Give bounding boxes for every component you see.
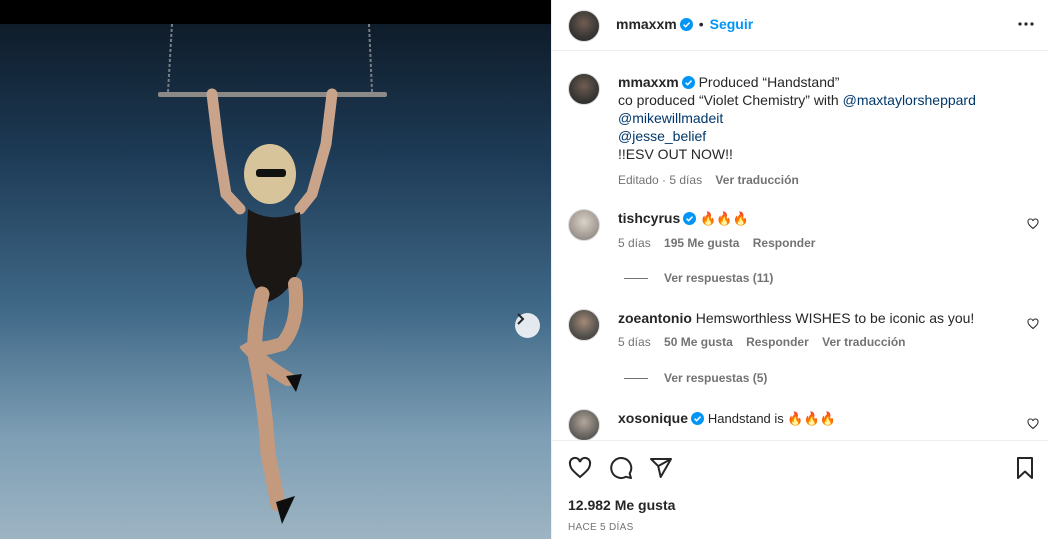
comment-text: 🔥🔥🔥 <box>700 211 749 226</box>
comment-likes[interactable]: 195 Me gusta <box>664 236 739 250</box>
comment-item: tishcyrus 🔥🔥🔥 5 días 195 Me gusta Respon… <box>618 209 1008 252</box>
verified-icon <box>679 17 693 31</box>
heart-icon[interactable] <box>568 456 592 480</box>
comment-username[interactable]: tishcyrus <box>618 210 680 226</box>
author-avatar[interactable] <box>568 10 600 42</box>
comment-time[interactable]: 5 días <box>618 236 651 250</box>
caption-author-username[interactable]: mmaxxm <box>618 74 679 90</box>
post-media <box>0 0 551 539</box>
heart-icon[interactable] <box>1027 418 1039 430</box>
next-photo-button[interactable] <box>515 313 540 338</box>
mention-maxtaylorsheppard[interactable]: @maxtaylorsheppard <box>843 92 976 108</box>
comment-avatar[interactable] <box>568 209 600 241</box>
caption-author-avatar[interactable] <box>568 73 600 105</box>
verified-icon <box>691 412 705 425</box>
heart-icon[interactable] <box>1027 218 1039 230</box>
caption-edited: Editado <box>618 173 659 187</box>
caption-time[interactable]: 5 días <box>669 173 702 187</box>
trapeze-photo-illustration <box>158 24 387 524</box>
caption-line-1: Produced “Handstand” <box>698 74 840 90</box>
comment-text: Handstand is 🔥🔥🔥 <box>707 411 836 426</box>
comment-username[interactable]: xosonique <box>618 410 688 426</box>
comment-time[interactable]: 5 días <box>618 335 651 349</box>
comment-username[interactable]: zoeantonio <box>618 310 692 326</box>
replies-line <box>624 277 648 279</box>
replies-line <box>624 377 648 379</box>
view-replies-button[interactable]: Ver respuestas (11) <box>624 271 773 285</box>
chevron-right-icon <box>517 313 525 325</box>
caption-translate-button[interactable]: Ver traducción <box>715 173 798 187</box>
separator-dot: • <box>698 16 704 32</box>
post-side-panel: mmaxxm • Seguir mmaxxm Produced “Handsta… <box>551 0 1048 539</box>
caption-last-line: !!ESV OUT NOW!! <box>618 146 733 162</box>
post-header: mmaxxm • Seguir <box>552 0 1048 51</box>
comment-avatar[interactable] <box>568 409 600 440</box>
more-icon[interactable] <box>1017 15 1035 33</box>
follow-button[interactable]: Seguir <box>710 16 754 32</box>
comment-item: xosonique Handstand is 🔥🔥🔥 <box>618 409 1008 428</box>
share-icon[interactable] <box>649 456 673 480</box>
comment-avatar[interactable] <box>568 309 600 341</box>
translate-button[interactable]: Ver traducción <box>822 335 905 349</box>
post-date: HACE 5 DÍAS <box>568 522 634 533</box>
reply-button[interactable]: Responder <box>753 236 816 250</box>
caption-line-2: co produced “Violet Chemistry” with <box>618 92 843 108</box>
author-username[interactable]: mmaxxm <box>616 16 677 32</box>
mention-jesse-belief[interactable]: @jesse_belief <box>618 128 706 144</box>
comment-likes[interactable]: 50 Me gusta <box>664 335 733 349</box>
likes-count[interactable]: 12.982 Me gusta <box>568 497 675 513</box>
comment-item: zoeantonio Hemsworthless WISHES to be ic… <box>618 309 1008 351</box>
reply-button[interactable]: Responder <box>746 335 809 349</box>
heart-icon[interactable] <box>1027 318 1039 330</box>
mention-mikewillmadeit[interactable]: @mikewillmadeit <box>618 110 723 126</box>
action-bar <box>552 452 1048 486</box>
bookmark-icon[interactable] <box>1013 456 1037 480</box>
caption: mmaxxm Produced “Handstand” co produced … <box>618 74 976 187</box>
comment-icon[interactable] <box>609 456 633 480</box>
replies-label: Ver respuestas (5) <box>664 371 768 385</box>
comments-scroll-area[interactable]: mmaxxm Produced “Handstand” co produced … <box>552 52 1048 441</box>
comment-text: Hemsworthless WISHES to be iconic as you… <box>695 310 975 326</box>
post-photo[interactable] <box>0 24 551 539</box>
verified-icon <box>681 76 695 89</box>
view-replies-button[interactable]: Ver respuestas (5) <box>624 371 767 385</box>
verified-icon <box>683 212 697 225</box>
replies-label: Ver respuestas (11) <box>664 271 774 285</box>
